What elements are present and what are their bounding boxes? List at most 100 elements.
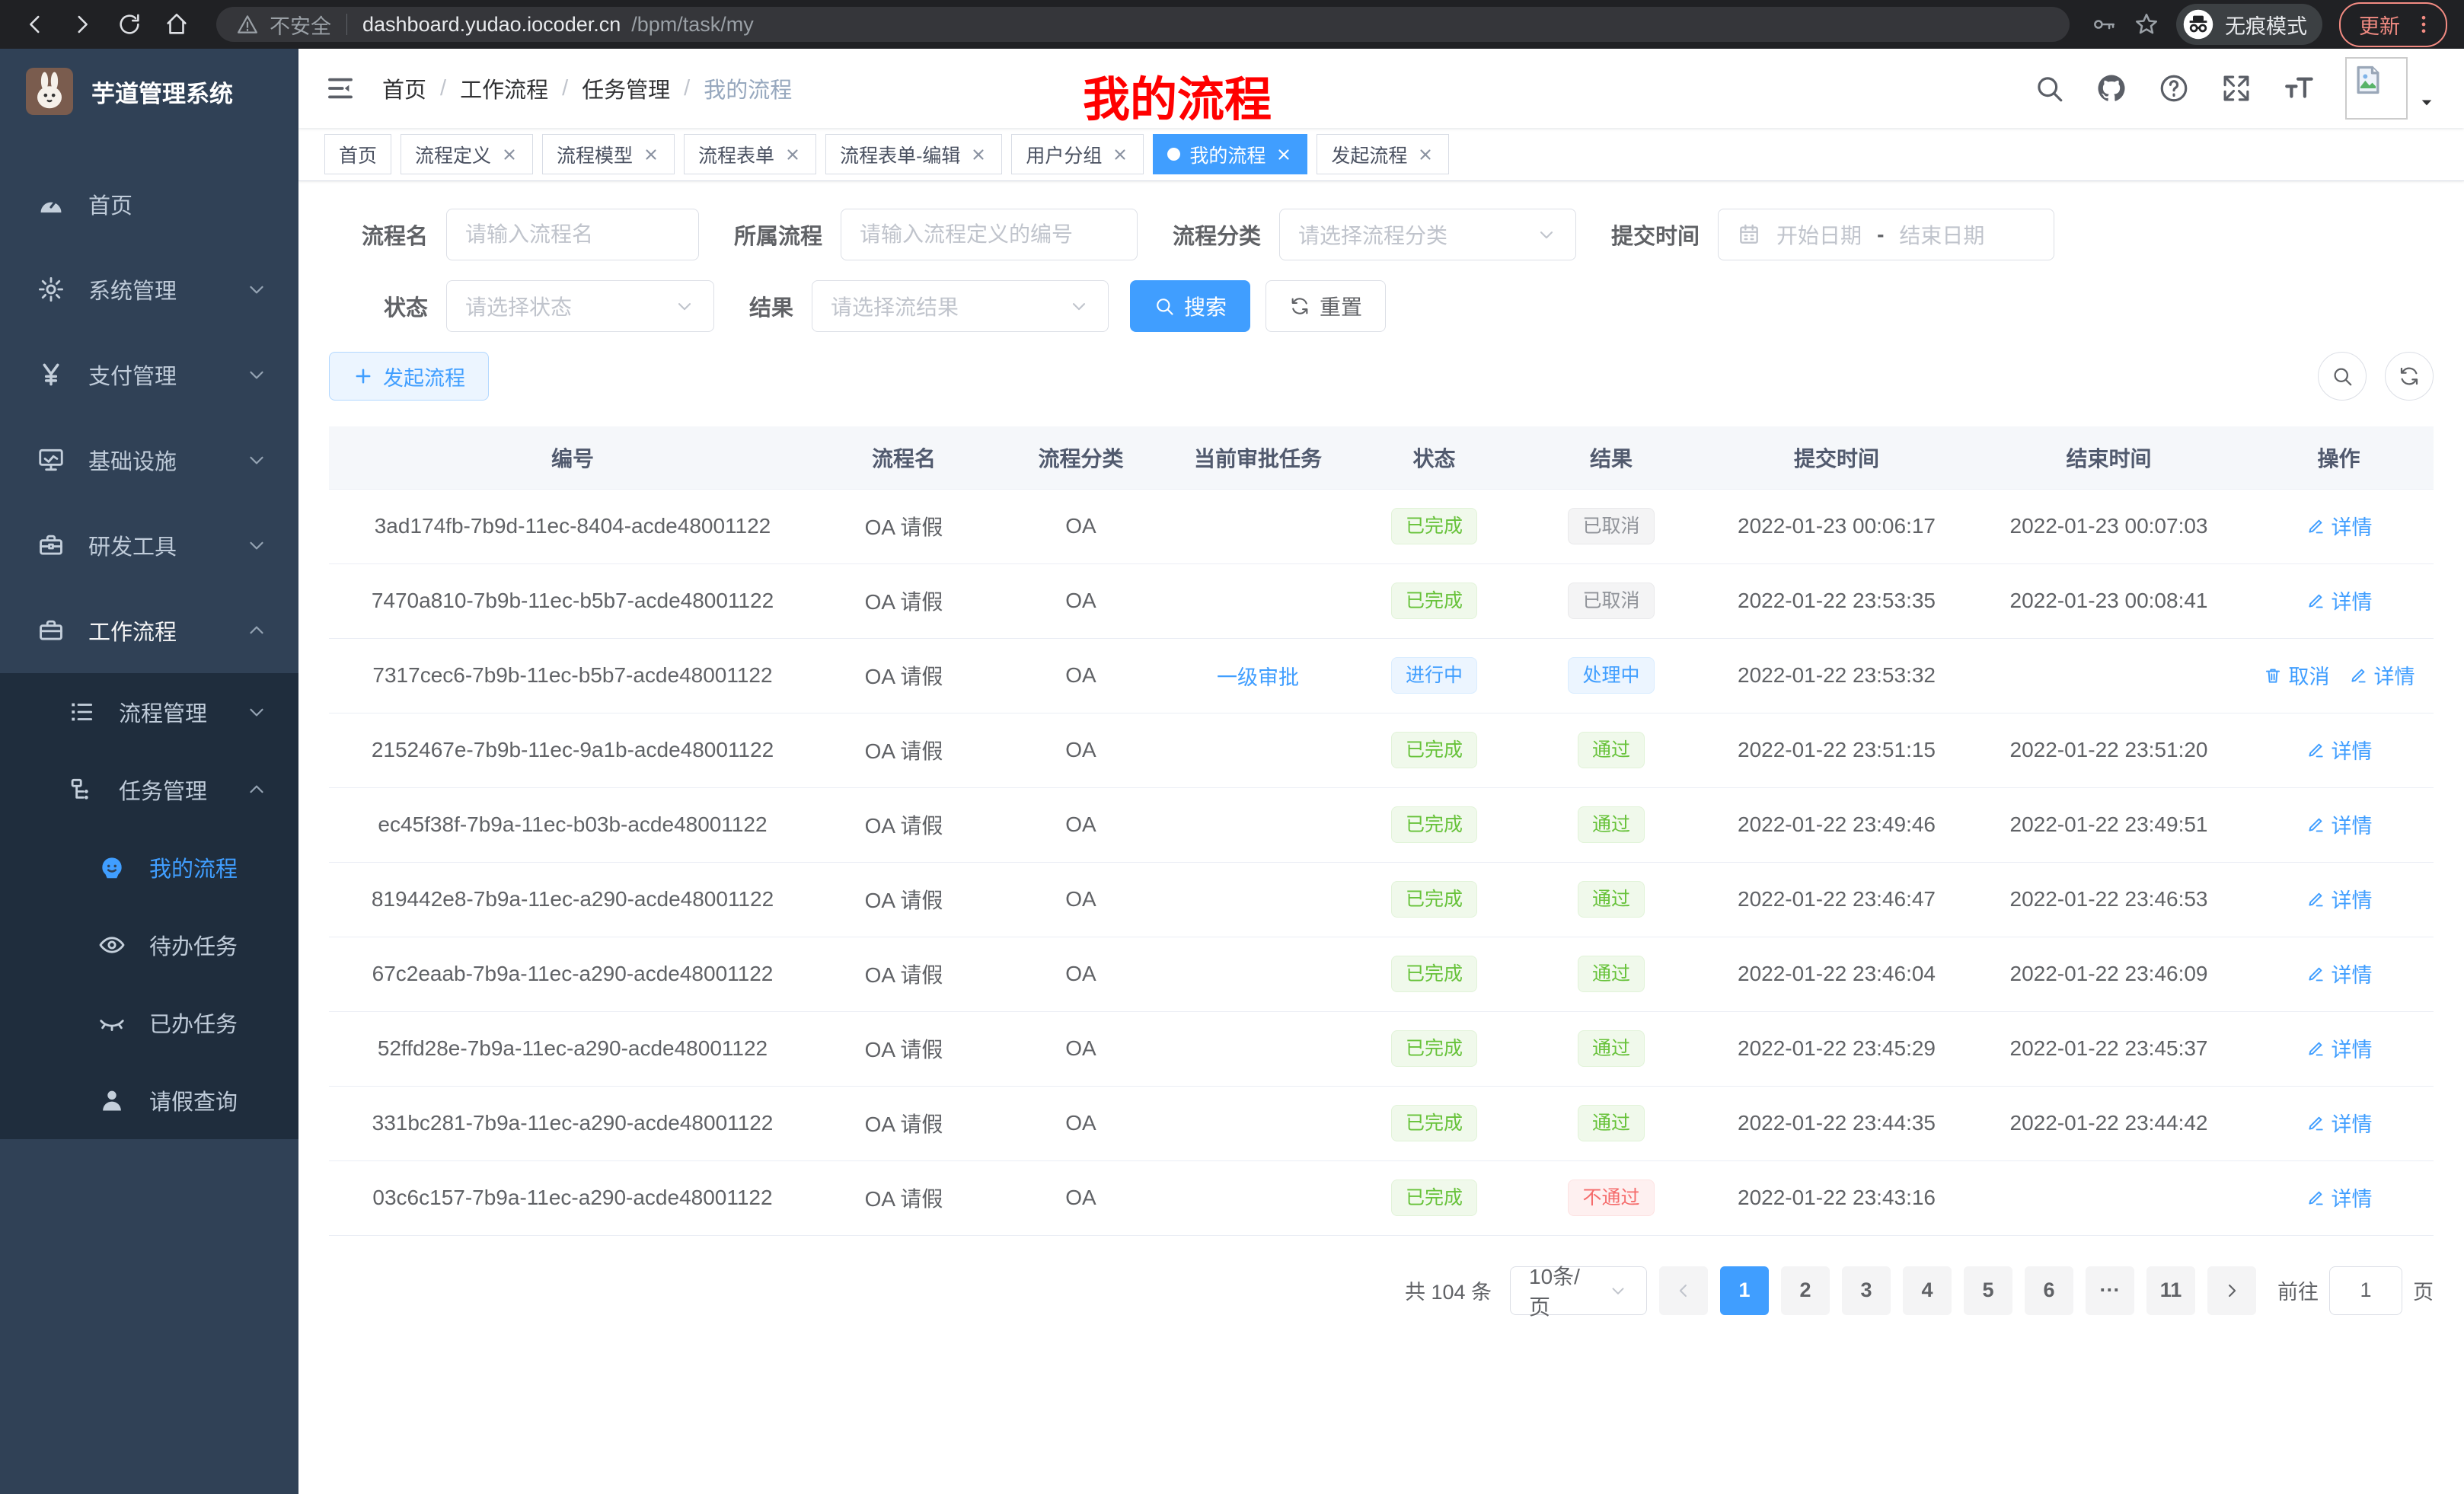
browser-forward-button[interactable]: [64, 6, 101, 43]
toolbar-refresh-button[interactable]: [2385, 352, 2434, 401]
sidebar-item-2[interactable]: 系统管理: [0, 247, 298, 332]
refresh-icon: [1289, 295, 1310, 317]
header-search-icon[interactable]: [2033, 72, 2065, 104]
browser-back-button[interactable]: [17, 6, 53, 43]
edit-icon: [2306, 964, 2325, 984]
fullscreen-icon[interactable]: [2220, 72, 2252, 104]
cell-category: OA: [991, 638, 1170, 713]
cancel-action-link[interactable]: 取消: [2263, 660, 2330, 690]
help-icon[interactable]: [2158, 72, 2190, 104]
tab-2[interactable]: 流程定义: [401, 134, 533, 174]
eye-closed-icon: [97, 1008, 126, 1037]
sidebar-item-6[interactable]: 工作流程: [0, 588, 298, 673]
breadcrumb-separator: /: [684, 76, 690, 101]
tab-6[interactable]: 用户分组: [1011, 134, 1144, 174]
detail-action-link[interactable]: 详情: [2306, 1183, 2373, 1212]
detail-action-link[interactable]: 详情: [2306, 884, 2373, 914]
tab-1[interactable]: 首页: [324, 134, 391, 174]
create-process-button[interactable]: 发起流程: [329, 352, 489, 401]
cell-end-time: 2022-01-22 23:45:37: [1974, 1011, 2244, 1086]
cell-current-task: [1170, 787, 1345, 862]
category-select[interactable]: 请选择流程分类: [1279, 209, 1576, 260]
detail-action-link[interactable]: 详情: [2306, 735, 2373, 765]
user-menu[interactable]: [2345, 57, 2438, 120]
page-button-4[interactable]: 4: [1903, 1266, 1952, 1315]
github-icon[interactable]: [2095, 72, 2127, 104]
page-button-6[interactable]: 6: [2025, 1266, 2073, 1315]
next-page-button[interactable]: [2207, 1266, 2256, 1315]
page-button-3[interactable]: 3: [1842, 1266, 1891, 1315]
sidebar-subitem-1[interactable]: 流程管理: [0, 673, 298, 751]
cell-category: OA: [991, 713, 1170, 787]
cell-id: 3ad174fb-7b9d-11ec-8404-acde48001122: [329, 489, 816, 563]
process-name-input[interactable]: [446, 209, 699, 260]
status-badge: 已完成: [1391, 806, 1477, 844]
sidebar-subitem-5[interactable]: 已办任务: [0, 984, 298, 1061]
detail-action-link[interactable]: 详情: [2306, 511, 2373, 541]
face-icon: [97, 853, 126, 882]
sidebar-subitem-3[interactable]: 我的流程: [0, 828, 298, 906]
sidebar-subitem-6[interactable]: 请假查询: [0, 1061, 298, 1139]
submit-time-range-picker[interactable]: 开始日期 - 结束日期: [1718, 209, 2054, 260]
page-button-11[interactable]: 11: [2146, 1266, 2195, 1315]
avatar[interactable]: [2345, 57, 2408, 120]
sidebar-item-4[interactable]: 基础设施: [0, 417, 298, 503]
key-icon[interactable]: [2091, 11, 2117, 37]
hamburger-icon[interactable]: [324, 72, 356, 104]
prev-page-button[interactable]: [1659, 1266, 1708, 1315]
action-label: 详情: [2332, 511, 2373, 541]
delete-icon: [2263, 666, 2283, 685]
sidebar-item-1[interactable]: 首页: [0, 161, 298, 247]
browser-home-button[interactable]: [158, 6, 195, 43]
reset-button[interactable]: 重置: [1266, 280, 1386, 332]
cell-submit-time: 2022-01-22 23:49:46: [1700, 787, 1974, 862]
cell-submit-time: 2022-01-22 23:43:16: [1700, 1160, 1974, 1235]
sidebar-subitem-label: 待办任务: [149, 929, 238, 961]
breadcrumb-item[interactable]: 首页: [382, 72, 426, 104]
table-column-header: 编号: [329, 426, 816, 489]
detail-action-link[interactable]: 详情: [2306, 586, 2373, 615]
tab-4[interactable]: 流程表单: [684, 134, 816, 174]
breadcrumb: 首页/工作流程/任务管理/我的流程: [382, 72, 792, 104]
breadcrumb-item[interactable]: 工作流程: [460, 72, 548, 104]
incognito-label: 无痕模式: [2225, 10, 2307, 40]
goto-page-input[interactable]: [2329, 1266, 2402, 1315]
page-size-select[interactable]: 10条/页: [1510, 1266, 1647, 1315]
detail-action-link[interactable]: 详情: [2348, 660, 2415, 690]
tab-5[interactable]: 流程表单-编辑: [825, 134, 1002, 174]
breadcrumb-item[interactable]: 任务管理: [582, 72, 670, 104]
app-logo: 芋道管理系统: [0, 49, 298, 134]
tab-7[interactable]: 我的流程: [1153, 134, 1307, 174]
sidebar-item-5[interactable]: 研发工具: [0, 503, 298, 588]
browser-reload-button[interactable]: [111, 6, 148, 43]
detail-action-link[interactable]: 详情: [2306, 809, 2373, 839]
sidebar-subitem-2[interactable]: 任务管理: [0, 751, 298, 828]
cell-result: 通过: [1523, 1011, 1700, 1086]
browser-update-button[interactable]: 更新: [2339, 2, 2447, 47]
font-size-icon[interactable]: [2283, 72, 2315, 104]
tab-3[interactable]: 流程模型: [542, 134, 675, 174]
address-bar[interactable]: 不安全 dashboard.yudao.iocoder.cn/bpm/task/…: [216, 7, 2070, 42]
current-task-link[interactable]: 一级审批: [1217, 661, 1299, 691]
sidebar-item-3[interactable]: 支付管理: [0, 332, 298, 417]
result-select[interactable]: 请选择流结果: [812, 280, 1109, 332]
page-button-2[interactable]: 2: [1781, 1266, 1830, 1315]
action-label: 详情: [2332, 586, 2373, 615]
search-button[interactable]: 搜索: [1130, 280, 1250, 332]
detail-action-link[interactable]: 详情: [2306, 1033, 2373, 1063]
bookmark-star-icon[interactable]: [2134, 11, 2159, 37]
detail-action-link[interactable]: 详情: [2306, 959, 2373, 988]
status-select[interactable]: 请选择状态: [446, 280, 714, 332]
sidebar-subitem-4[interactable]: 待办任务: [0, 906, 298, 984]
close-icon: [784, 145, 802, 164]
page-button-5[interactable]: 5: [1964, 1266, 2012, 1315]
page-button-1[interactable]: 1: [1720, 1266, 1769, 1315]
process-def-input[interactable]: [841, 209, 1138, 260]
cell-process-name: OA 请假: [816, 862, 991, 937]
browser-menu-icon[interactable]: [2412, 13, 2435, 36]
page-ellipsis[interactable]: ···: [2086, 1266, 2134, 1315]
toolbar-search-toggle-button[interactable]: [2318, 352, 2367, 401]
chevron-down-icon: [245, 534, 268, 557]
tab-8[interactable]: 发起流程: [1317, 134, 1449, 174]
detail-action-link[interactable]: 详情: [2306, 1108, 2373, 1138]
